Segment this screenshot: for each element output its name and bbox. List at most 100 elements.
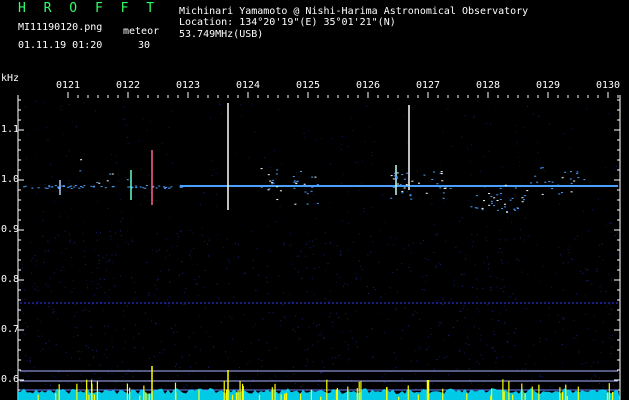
noise-speck xyxy=(123,348,125,350)
noise-speck xyxy=(372,356,374,358)
noise-speck xyxy=(464,352,466,354)
noise-speck xyxy=(274,375,276,377)
noise-speck xyxy=(317,340,319,342)
noise-speck xyxy=(563,133,565,135)
echo-cluster-dot xyxy=(504,184,507,186)
noise-speck xyxy=(85,263,87,265)
noise-speck xyxy=(86,279,88,281)
noise-speck xyxy=(283,315,285,317)
noise-speck xyxy=(62,266,64,268)
noise-speck xyxy=(76,125,78,127)
noise-speck xyxy=(68,233,70,235)
noise-speck xyxy=(115,254,117,256)
noise-speck xyxy=(123,316,125,318)
noise-speck xyxy=(30,260,32,262)
noise-speck xyxy=(555,273,557,275)
noise-speck xyxy=(99,278,101,280)
noise-speck xyxy=(103,279,105,281)
noise-speck xyxy=(436,233,438,235)
noise-speck xyxy=(340,183,342,185)
noise-speck xyxy=(243,314,245,316)
noise-speck xyxy=(323,337,325,339)
echo-cluster-dot xyxy=(260,168,263,170)
noise-speck xyxy=(471,286,473,288)
noise-speck xyxy=(183,387,185,389)
noise-speck xyxy=(177,236,179,238)
noise-speck xyxy=(173,332,175,334)
carrier-fragment xyxy=(62,185,65,187)
noise-speck xyxy=(265,276,267,278)
noise-speck xyxy=(78,350,80,352)
echo-cluster-dot xyxy=(306,193,309,195)
echo-cluster-dot xyxy=(276,186,279,188)
echo-cluster-dot xyxy=(316,183,319,185)
noise-speck xyxy=(532,113,534,115)
noise-speck xyxy=(428,336,430,338)
noise-speck xyxy=(103,325,105,327)
noise-speck xyxy=(133,281,135,283)
noise-speck xyxy=(350,379,352,381)
noise-speck xyxy=(189,254,191,256)
noise-speck xyxy=(25,354,27,356)
noise-speck xyxy=(196,283,198,285)
noise-speck xyxy=(521,180,523,182)
noise-speck xyxy=(332,363,334,365)
noise-speck xyxy=(488,374,490,376)
noise-speck xyxy=(470,382,472,384)
noise-speck xyxy=(450,298,452,300)
noise-speck xyxy=(395,367,397,369)
noise-speck xyxy=(146,155,148,157)
echo-cluster-dot xyxy=(548,181,551,183)
noise-speck xyxy=(610,279,612,281)
noise-speck xyxy=(344,283,346,285)
noise-speck xyxy=(599,244,601,246)
noise-speck xyxy=(127,137,129,139)
noise-speck xyxy=(160,270,162,272)
echo-cluster-dot xyxy=(276,169,279,171)
noise-speck xyxy=(586,269,588,271)
noise-speck xyxy=(114,388,116,390)
noise-speck xyxy=(358,189,360,191)
noise-speck xyxy=(424,289,426,291)
noise-speck xyxy=(602,259,604,261)
noise-speck xyxy=(239,366,241,368)
noise-speck xyxy=(104,292,106,294)
noise-speck xyxy=(74,242,76,244)
noise-speck xyxy=(300,250,302,252)
noise-speck xyxy=(561,317,563,319)
noise-speck xyxy=(312,240,314,242)
noise-speck xyxy=(165,238,167,240)
noise-speck xyxy=(294,267,296,269)
noise-speck xyxy=(205,119,207,121)
echo-cluster-dot xyxy=(279,190,282,192)
echo-cluster-dot xyxy=(522,199,525,201)
noise-speck xyxy=(459,349,461,351)
noise-speck xyxy=(464,273,466,275)
noise-speck xyxy=(197,295,199,297)
noise-speck xyxy=(499,312,501,314)
noise-speck xyxy=(368,127,370,129)
noise-speck xyxy=(303,132,305,134)
noise-speck xyxy=(486,240,488,242)
noise-speck xyxy=(345,341,347,343)
noise-speck xyxy=(468,344,470,346)
carrier-fragment xyxy=(100,186,103,188)
noise-speck xyxy=(427,259,429,261)
noise-speck xyxy=(306,348,308,350)
noise-speck xyxy=(267,225,269,227)
noise-speck xyxy=(207,243,209,245)
noise-speck xyxy=(211,175,213,177)
noise-speck xyxy=(442,131,444,133)
noise-speck xyxy=(492,310,494,312)
noise-speck xyxy=(199,314,201,316)
noise-speck xyxy=(313,322,315,324)
noise-speck xyxy=(456,320,458,322)
noise-speck xyxy=(169,281,171,283)
noise-speck xyxy=(21,263,23,265)
noise-speck xyxy=(410,270,412,272)
echo-cluster-dot xyxy=(570,191,573,193)
noise-speck xyxy=(370,251,372,253)
noise-speck xyxy=(269,250,271,252)
noise-speck xyxy=(335,356,337,358)
noise-speck xyxy=(213,169,215,171)
